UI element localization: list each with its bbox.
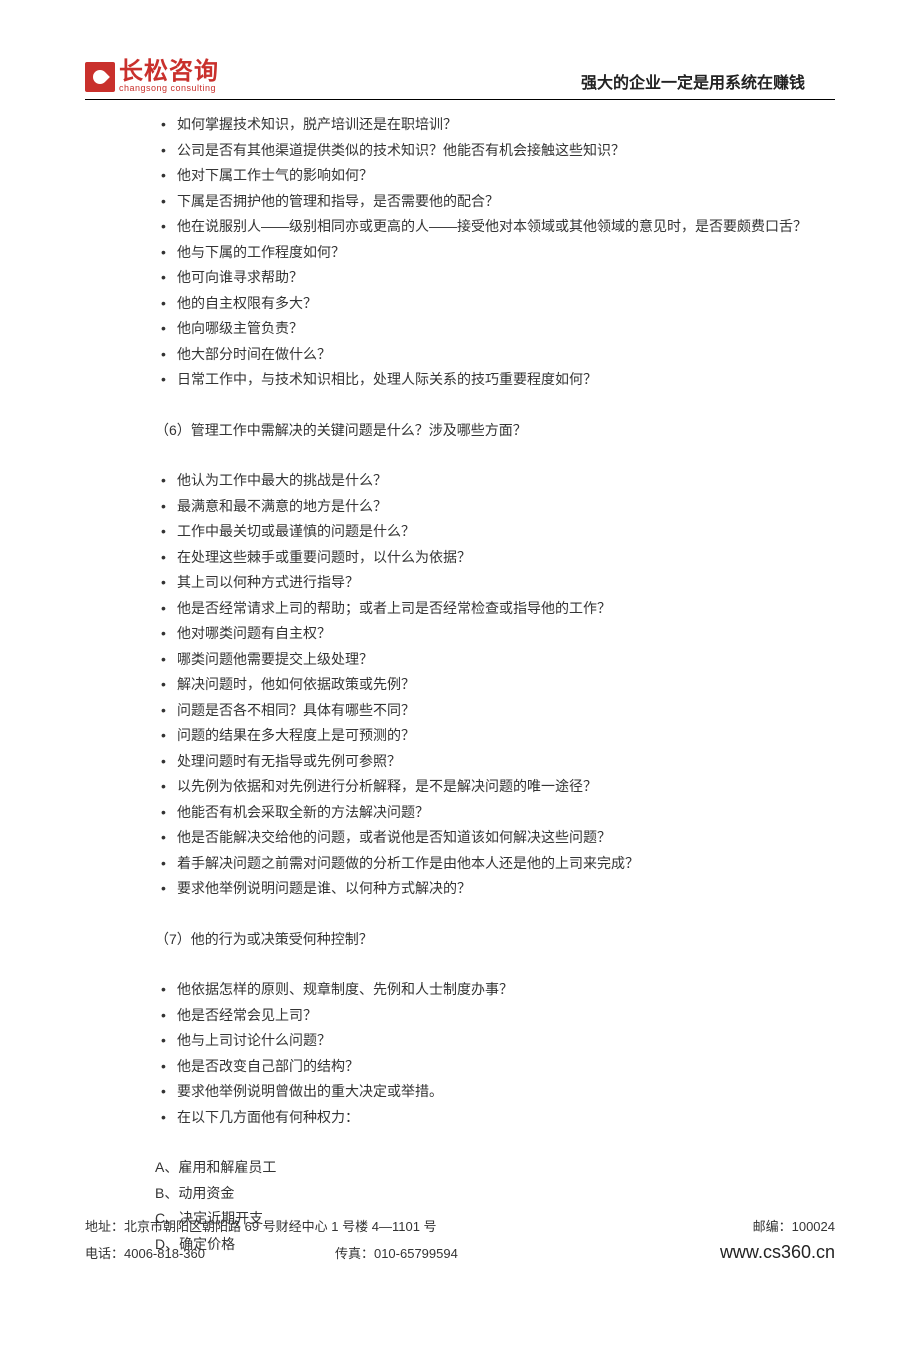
- list-item: 他与上司讨论什么问题？: [155, 1028, 835, 1053]
- logo-text-en: changsong consulting: [119, 84, 219, 93]
- section-6-list: 他认为工作中最大的挑战是什么？最满意和最不满意的地方是什么？工作中最关切或最谨慎…: [155, 468, 835, 901]
- lettered-item: B、动用资金: [155, 1181, 835, 1206]
- document-body: 如何掌握技术知识，脱产培训还是在职培训？公司是否有其他渠道提供类似的技术知识？他…: [85, 112, 835, 1256]
- list-item: 他是否经常请求上司的帮助；或者上司是否经常检查或指导他的工作？: [155, 596, 835, 621]
- footer-website: www.cs360.cn: [720, 1238, 835, 1267]
- list-item: 他是否能解决交给他的问题，或者说他是否知道该如何解决这些问题？: [155, 825, 835, 850]
- footer-postcode: 邮编：100024: [753, 1217, 835, 1238]
- section-7-list: 他依据怎样的原则、规章制度、先例和人士制度办事？他是否经常会见上司？他与上司讨论…: [155, 977, 835, 1129]
- list-item: 他是否经常会见上司？: [155, 1003, 835, 1028]
- list-item: 其上司以何种方式进行指导？: [155, 570, 835, 595]
- list-item: 要求他举例说明曾做出的重大决定或举措。: [155, 1079, 835, 1104]
- list-item: 在处理这些棘手或重要问题时，以什么为依据？: [155, 545, 835, 570]
- section-5-list: 如何掌握技术知识，脱产培训还是在职培训？公司是否有其他渠道提供类似的技术知识？他…: [155, 112, 835, 392]
- list-item: 他的自主权限有多大？: [155, 291, 835, 316]
- list-item: 下属是否拥护他的管理和指导，是否需要他的配合？: [155, 189, 835, 214]
- logo-icon: [85, 62, 115, 92]
- logo: 长松咨询 changsong consulting: [85, 60, 219, 93]
- list-item: 他对哪类问题有自主权？: [155, 621, 835, 646]
- list-item: 哪类问题他需要提交上级处理？: [155, 647, 835, 672]
- section-7-heading: （7）他的行为或决策受何种控制？: [155, 927, 835, 952]
- list-item: 解决问题时，他如何依据政策或先例？: [155, 672, 835, 697]
- list-item: 问题是否各不相同？具体有哪些不同？: [155, 698, 835, 723]
- list-item: 他对下属工作士气的影响如何？: [155, 163, 835, 188]
- list-item: 工作中最关切或最谨慎的问题是什么？: [155, 519, 835, 544]
- section-6-heading: （6）管理工作中需解决的关键问题是什么？涉及哪些方面？: [155, 418, 835, 443]
- list-item: 日常工作中，与技术知识相比，处理人际关系的技巧重要程度如何？: [155, 367, 835, 392]
- footer-fax: 传真：010-65799594: [335, 1244, 458, 1265]
- footer-address: 地址：北京市朝阳区朝阳路 69 号财经中心 1 号楼 4—1101 号: [85, 1217, 437, 1238]
- list-item: 着手解决问题之前需对问题做的分析工作是由他本人还是他的上司来完成？: [155, 851, 835, 876]
- list-item: 在以下几方面他有何种权力：: [155, 1105, 835, 1130]
- list-item: 他可向谁寻求帮助？: [155, 265, 835, 290]
- page-header: 长松咨询 changsong consulting 强大的企业一定是用系统在赚钱: [85, 60, 835, 100]
- list-item: 他与下属的工作程度如何？: [155, 240, 835, 265]
- header-slogan: 强大的企业一定是用系统在赚钱: [581, 69, 835, 93]
- list-item: 如何掌握技术知识，脱产培训还是在职培训？: [155, 112, 835, 137]
- page-footer: 地址：北京市朝阳区朝阳路 69 号财经中心 1 号楼 4—1101 号 邮编：1…: [85, 1217, 835, 1267]
- list-item: 最满意和最不满意的地方是什么？: [155, 494, 835, 519]
- logo-text-cn: 长松咨询: [119, 60, 219, 84]
- list-item: 问题的结果在多大程度上是可预测的？: [155, 723, 835, 748]
- list-item: 他是否改变自己部门的结构？: [155, 1054, 835, 1079]
- list-item: 处理问题时有无指导或先例可参照？: [155, 749, 835, 774]
- lettered-item: A、雇用和解雇员工: [155, 1155, 835, 1180]
- list-item: 他认为工作中最大的挑战是什么？: [155, 468, 835, 493]
- list-item: 他在说服别人——级别相同亦或更高的人——接受他对本领域或其他领域的意见时，是否要…: [155, 214, 835, 239]
- list-item: 他能否有机会采取全新的方法解决问题？: [155, 800, 835, 825]
- list-item: 他依据怎样的原则、规章制度、先例和人士制度办事？: [155, 977, 835, 1002]
- list-item: 他大部分时间在做什么？: [155, 342, 835, 367]
- list-item: 要求他举例说明问题是谁、以何种方式解决的？: [155, 876, 835, 901]
- list-item: 以先例为依据和对先例进行分析解释，是不是解决问题的唯一途径？: [155, 774, 835, 799]
- list-item: 公司是否有其他渠道提供类似的技术知识？他能否有机会接触这些知识？: [155, 138, 835, 163]
- list-item: 他向哪级主管负责？: [155, 316, 835, 341]
- footer-phone: 电话：4006-818-360: [85, 1244, 205, 1265]
